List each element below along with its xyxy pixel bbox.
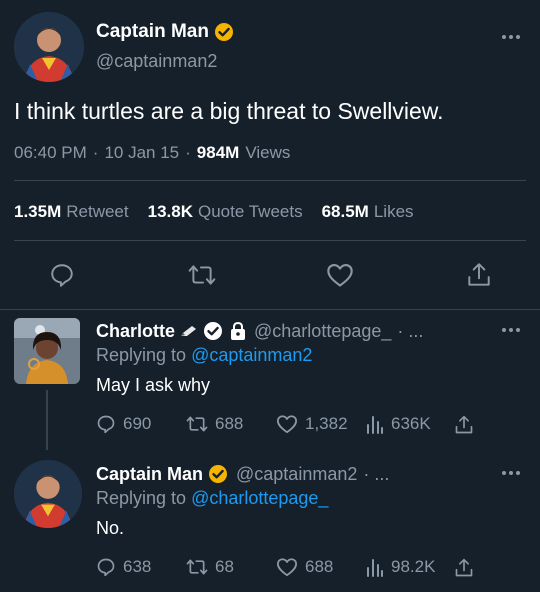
replying-to-label: Replying to [96,487,187,508]
charlotte-avatar[interactable] [14,318,80,384]
reply-icon[interactable] [49,262,75,288]
share-icon[interactable] [466,261,492,289]
views-chart-icon [367,416,383,434]
like-icon[interactable] [326,262,354,288]
verified-badge-icon [204,322,223,340]
views-count: 98.2K [391,557,436,576]
more-options-icon[interactable] [502,34,522,40]
separator: · [92,143,99,162]
reply-text: No. [96,517,125,538]
reply-icon [97,415,115,434]
more-options-icon[interactable] [502,327,522,333]
like-count: 688 [305,557,334,576]
like-count: 1,382 [305,414,348,433]
views-count: 984M [196,143,240,162]
reply-count-button[interactable]: 690 [96,414,151,434]
likes-label[interactable]: Likes [374,202,414,222]
more-options-icon[interactable] [502,470,522,476]
retweet-icon [186,559,208,575]
reply-count-button[interactable]: 638 [96,557,151,577]
verified-badge-icon [214,23,233,41]
retweet-count-button[interactable]: 68 [186,557,234,577]
captain-man-avatar[interactable] [14,460,82,528]
retweet-count-button[interactable]: 688 [186,414,243,434]
tweet-text: I think turtles are a big threat to Swel… [14,97,444,124]
author-name[interactable]: Captain Man [96,21,209,43]
lock-icon [231,322,246,340]
retweets-count[interactable]: 1.35M [14,202,61,222]
retweet-count: 68 [215,557,234,576]
views-count-button[interactable]: 636K [366,414,431,434]
share-icon[interactable] [454,557,474,579]
quotes-label[interactable]: Quote Tweets [198,202,303,222]
likes-count[interactable]: 68.5M [322,202,369,222]
handle-suffix: · ... [397,320,424,341]
quotes-count[interactable]: 13.8K [148,202,193,222]
reply-count: 638 [123,557,152,576]
reply-author-name[interactable]: Charlotte [96,321,175,342]
divider [0,309,540,310]
tweet-thread: Captain Man @captainman2 I think turtles… [0,0,540,592]
reply-text: May I ask why [96,374,211,395]
reply-count: 690 [123,414,152,433]
retweets-label[interactable]: Retweet [66,202,128,222]
replying-to-link[interactable]: @captainman2 [191,345,312,366]
share-icon[interactable] [454,414,474,436]
views-label: Views [245,143,291,162]
reply-author-handle[interactable]: @captainman2 [236,464,357,485]
handle-suffix: · ... [363,463,390,484]
views-count: 636K [391,414,431,433]
pencil-emoji-icon [181,326,197,336]
tweet-time[interactable]: 06:40 PM [14,143,87,163]
replying-to-link[interactable]: @charlottepage_ [191,488,328,509]
retweet-count: 688 [215,414,244,433]
reply-author-name[interactable]: Captain Man [96,464,203,485]
like-icon [276,558,297,577]
thread-line [46,390,48,450]
like-count-button[interactable]: 688 [276,557,333,577]
replying-to-label: Replying to [96,344,187,365]
divider [14,180,526,181]
like-count-button[interactable]: 1,382 [276,414,348,434]
views-count-button[interactable]: 98.2K [366,557,435,577]
retweet-icon [186,416,208,432]
reply-icon [97,558,115,577]
captain-man-avatar[interactable] [14,12,84,82]
views-chart-icon [367,559,383,577]
reply-author-handle[interactable]: @charlottepage_ [254,321,391,342]
retweet-icon[interactable] [188,262,216,288]
divider [14,240,526,241]
like-icon [276,415,297,434]
author-handle[interactable]: @captainman2 [96,51,217,72]
separator: · [185,143,191,162]
tweet-date[interactable]: 10 Jan 15 [104,143,179,163]
verified-badge-icon [209,465,228,483]
